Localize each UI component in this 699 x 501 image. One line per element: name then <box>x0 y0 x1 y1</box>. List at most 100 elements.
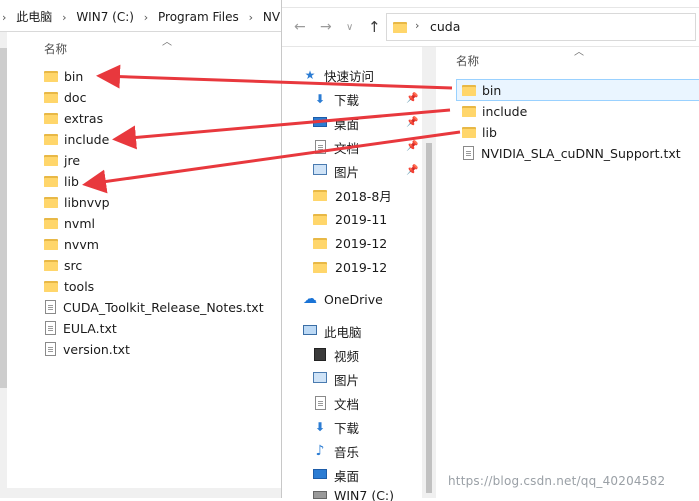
item-label: bin <box>482 82 502 98</box>
list-item[interactable]: doc <box>44 87 264 107</box>
watermark-text: https://blog.csdn.net/qq_40204582 <box>448 474 666 488</box>
list-item[interactable]: bin <box>462 80 501 100</box>
nav-item-folder[interactable]: 2019-12 <box>312 233 387 253</box>
item-label: CUDA_Toolkit_Release_Notes.txt <box>63 299 264 315</box>
right-explorer-window: ← → ∨ ↑ › cuda ★ 快速访问 ⬇ 下载 📌 桌面 📌 文档 📌 图… <box>282 0 699 501</box>
up-arrow-icon[interactable]: ↑ <box>368 18 381 36</box>
item-label: nvml <box>64 215 95 231</box>
nav-quick-access[interactable]: ★ 快速访问 <box>302 65 374 85</box>
folder-icon <box>44 280 58 292</box>
chevron-right-icon: › <box>143 11 149 24</box>
folder-icon <box>44 133 58 145</box>
left-address-bar[interactable]: › 此电脑 › WIN7 (C:) › Program Files › NV <box>0 0 281 32</box>
nav-scrollbar-thumb[interactable] <box>426 143 432 493</box>
nav-item-folder[interactable]: 2019-12 <box>312 257 387 277</box>
list-item[interactable]: extras <box>44 108 264 128</box>
picture-icon <box>312 372 328 386</box>
item-label: lib <box>482 124 497 140</box>
list-item[interactable]: tools <box>44 276 264 296</box>
list-item[interactable]: CUDA_Toolkit_Release_Notes.txt <box>44 297 264 317</box>
left-horizontal-scrollbar[interactable] <box>0 488 281 498</box>
item-label: doc <box>64 89 87 105</box>
chevron-right-icon[interactable]: › <box>415 19 419 32</box>
document-icon <box>312 140 328 154</box>
left-explorer-window: › 此电脑 › WIN7 (C:) › Program Files › NV ︿… <box>0 0 281 498</box>
ribbon-tabs-strip[interactable] <box>282 0 699 8</box>
nav-item-desktop[interactable]: 桌面 <box>312 113 359 133</box>
nav-item-music[interactable]: ♪ 音乐 <box>312 441 359 461</box>
list-item[interactable]: lib <box>462 122 497 142</box>
pin-icon[interactable]: 📌 <box>406 93 418 104</box>
list-item[interactable]: include <box>44 129 264 149</box>
item-label: EULA.txt <box>63 320 117 336</box>
folder-icon <box>44 259 58 271</box>
nav-item-downloads[interactable]: ⬇ 下载 <box>312 417 359 437</box>
forward-arrow-icon[interactable]: → <box>320 19 332 35</box>
address-bar[interactable]: › cuda <box>386 13 696 41</box>
left-scrollbar-thumb[interactable] <box>0 48 7 388</box>
nav-item-folder[interactable]: 2019-11 <box>312 209 387 229</box>
nav-item-folder[interactable]: 2018-8月 <box>312 185 392 205</box>
list-item[interactable]: src <box>44 255 264 275</box>
list-item[interactable]: nvml <box>44 213 264 233</box>
pin-icon[interactable]: 📌 <box>406 165 418 176</box>
breadcrumb: › 此电脑 › WIN7 (C:) › Program Files › NV <box>0 8 280 25</box>
nav-item-documents[interactable]: 文档 <box>312 137 359 157</box>
nav-label: 图片 <box>334 164 360 180</box>
nav-item-downloads[interactable]: ⬇ 下载 <box>312 89 359 109</box>
address-path[interactable]: cuda <box>430 19 460 34</box>
list-item[interactable]: EULA.txt <box>44 318 264 338</box>
nav-label: 2019-12 <box>335 259 388 275</box>
breadcrumb-item[interactable]: NV <box>263 10 280 24</box>
item-label: tools <box>64 278 95 294</box>
picture-icon <box>312 164 328 178</box>
nav-label: 图片 <box>334 372 360 388</box>
pin-icon[interactable]: 📌 <box>406 141 418 152</box>
breadcrumb-item[interactable]: Program Files <box>158 10 239 24</box>
breadcrumb-item[interactable]: WIN7 (C:) <box>76 10 134 24</box>
nav-item-videos[interactable]: 视频 <box>312 345 359 365</box>
list-item[interactable]: bin <box>44 66 264 86</box>
video-icon <box>312 348 328 362</box>
nav-label: 音乐 <box>334 444 360 460</box>
breadcrumb-item[interactable]: 此电脑 <box>16 10 52 24</box>
list-item[interactable]: nvvm <box>44 234 264 254</box>
item-label: include <box>64 131 110 147</box>
list-item[interactable]: NVIDIA_SLA_cuDNN_Support.txt <box>462 143 681 163</box>
column-header-name[interactable]: 名称 <box>456 53 479 69</box>
folder-icon <box>44 175 58 187</box>
item-label: jre <box>64 152 81 168</box>
folder-icon <box>44 196 58 208</box>
item-label: extras <box>64 110 104 126</box>
nav-label: 下载 <box>334 92 360 108</box>
nav-label: 下载 <box>334 420 360 436</box>
nav-onedrive[interactable]: ☁ OneDrive <box>302 289 383 309</box>
list-item[interactable]: lib <box>44 171 264 191</box>
cloud-icon: ☁ <box>303 291 317 307</box>
back-arrow-icon[interactable]: ← <box>294 19 306 35</box>
folder-icon <box>313 261 327 273</box>
nav-item-pictures[interactable]: 图片 <box>312 161 359 181</box>
folder-icon <box>462 126 476 138</box>
list-item[interactable]: jre <box>44 150 264 170</box>
nav-label: 桌面 <box>334 468 360 484</box>
folder-icon <box>44 70 58 82</box>
list-item[interactable]: libnvvp <box>44 192 264 212</box>
list-item[interactable]: version.txt <box>44 339 264 359</box>
item-label: NVIDIA_SLA_cuDNN_Support.txt <box>481 145 681 161</box>
text-file-icon <box>45 321 56 335</box>
nav-this-pc[interactable]: 此电脑 <box>302 321 362 341</box>
folder-icon <box>313 213 327 225</box>
item-label: bin <box>64 68 84 84</box>
desktop-icon <box>312 468 328 482</box>
pin-icon[interactable]: 📌 <box>406 117 418 128</box>
nav-item-desktop[interactable]: 桌面 <box>312 465 359 485</box>
list-item[interactable]: include <box>462 101 527 121</box>
nav-item-documents[interactable]: 文档 <box>312 393 359 413</box>
nav-item-drive[interactable]: WIN7 (C:) <box>312 489 394 501</box>
nav-label: OneDrive <box>324 291 383 307</box>
recent-locations-chevron-icon[interactable]: ∨ <box>346 22 353 33</box>
nav-item-pictures[interactable]: 图片 <box>312 369 359 389</box>
sort-up-icon: ︿ <box>574 47 584 58</box>
column-header-name[interactable]: 名称 <box>44 41 274 59</box>
